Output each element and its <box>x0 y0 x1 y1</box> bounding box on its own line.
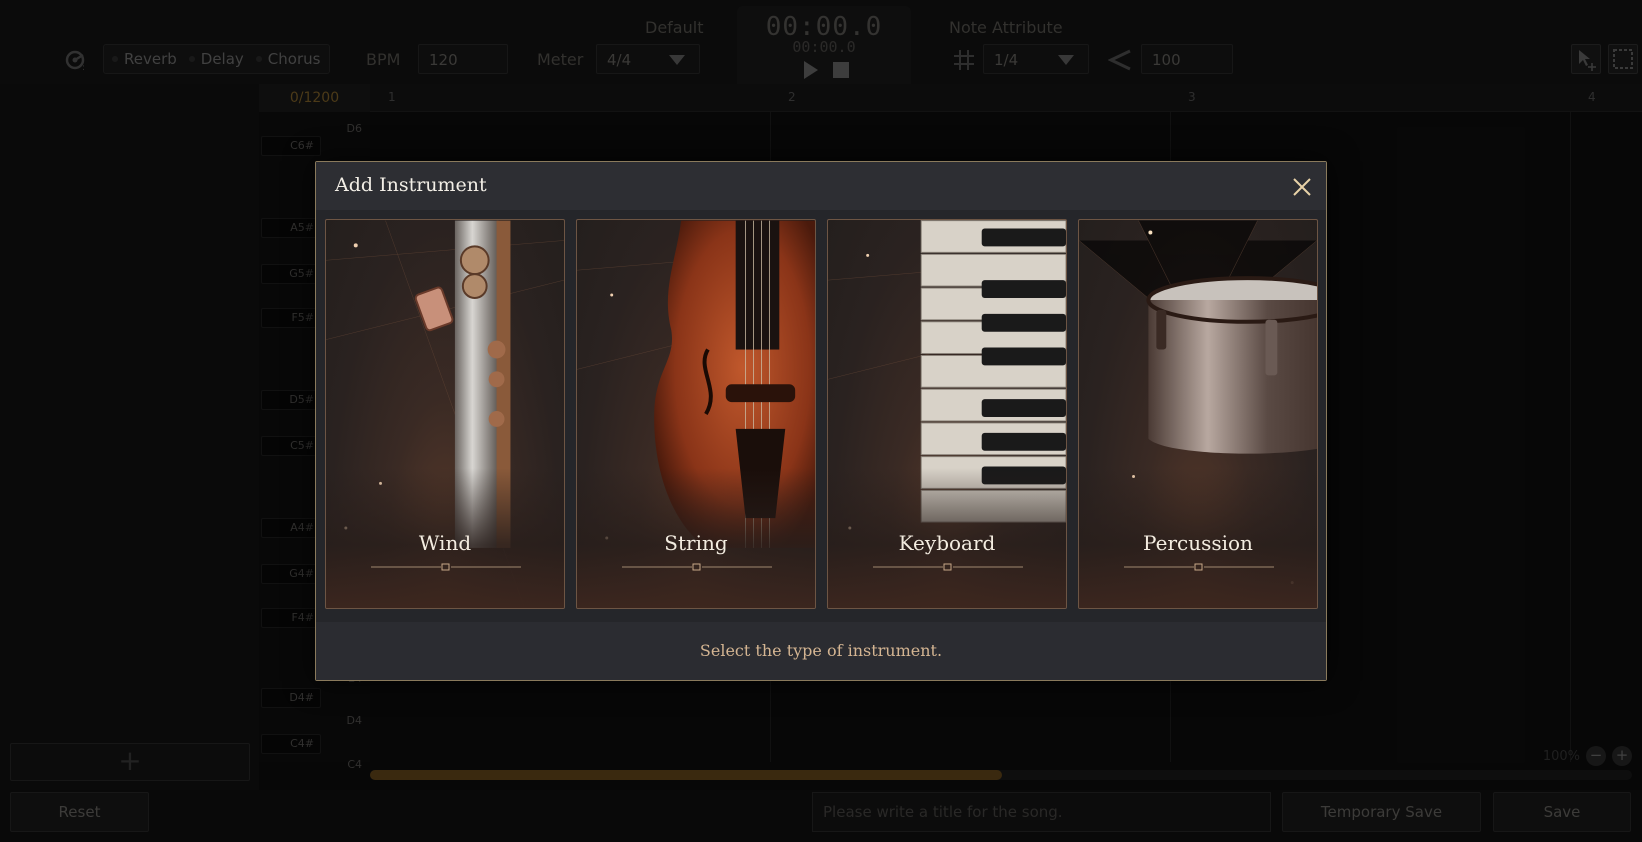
ornament-divider-icon <box>1124 563 1274 571</box>
ornament-divider-icon <box>873 563 1023 571</box>
instrument-cards: Wind String Keyboard Percussion <box>325 219 1319 609</box>
ornament-divider-icon <box>371 563 521 571</box>
instrument-label: Wind <box>418 531 472 555</box>
instrument-label: Keyboard <box>898 531 996 555</box>
dialog-header: Add Instrument <box>316 162 1326 210</box>
instrument-card-wind[interactable]: Wind <box>325 219 565 609</box>
instrument-card-string[interactable]: String <box>576 219 816 609</box>
dialog-hint: Select the type of instrument. <box>699 641 943 660</box>
dialog-title: Add Instrument <box>335 174 487 196</box>
instrument-label: Percussion <box>1143 531 1253 555</box>
instrument-card-keyboard[interactable]: Keyboard <box>827 219 1067 609</box>
instrument-card-percussion[interactable]: Percussion <box>1078 219 1318 609</box>
add-instrument-dialog: Add Instrument Wind String Keyboard Perc… <box>315 161 1327 681</box>
dialog-footer: Select the type of instrument. <box>316 622 1326 680</box>
app-root: : Reverb Delay Chorus Default BPM 120 Me… <box>0 0 1642 842</box>
close-icon[interactable] <box>1290 175 1314 199</box>
ornament-divider-icon <box>622 563 772 571</box>
instrument-label: String <box>664 531 728 555</box>
